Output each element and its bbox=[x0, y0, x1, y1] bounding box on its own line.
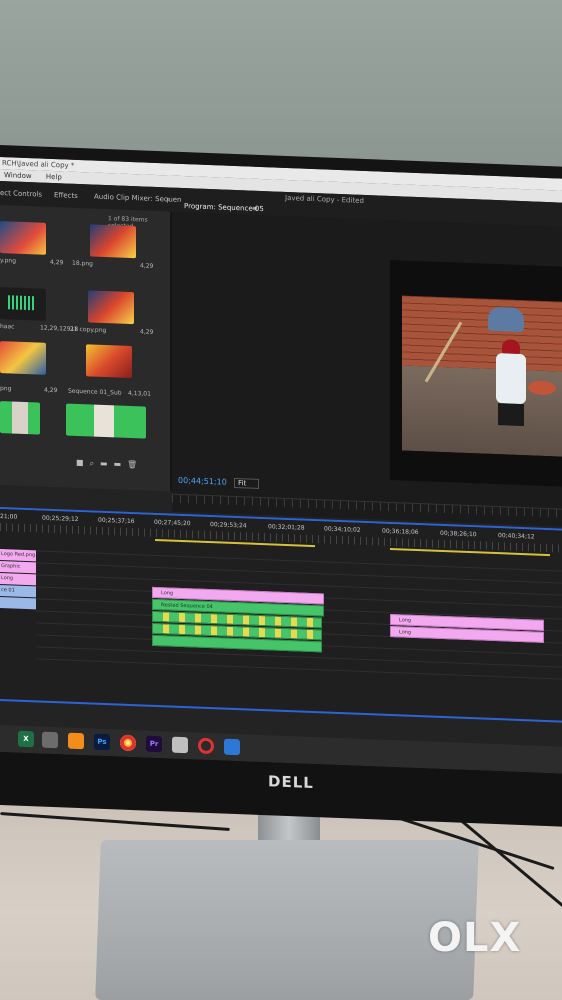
project-item-thumb[interactable] bbox=[66, 403, 146, 439]
tab-effect-controls[interactable]: ect Controls bbox=[0, 189, 42, 199]
track-label[interactable]: ce 01 bbox=[0, 585, 36, 598]
app-icon[interactable] bbox=[198, 737, 214, 755]
menu-window[interactable]: Window bbox=[4, 171, 32, 180]
timeline-tick: 00;38;26;10 bbox=[440, 529, 477, 539]
find-icon[interactable]: ⌕ bbox=[90, 458, 100, 467]
program-monitor: 00;44;51;10 Fit ◆{}|◀◀|▶|▶▶| bbox=[172, 211, 562, 549]
watermark-logo: OLX bbox=[428, 915, 522, 961]
video-preview bbox=[390, 259, 562, 487]
app-icon[interactable] bbox=[224, 738, 240, 756]
monitor-stand-base bbox=[95, 840, 479, 1000]
project-item-duration: 4,29 bbox=[44, 386, 58, 395]
background-wall bbox=[0, 0, 562, 170]
new-bin-icon[interactable]: ▬ bbox=[100, 459, 114, 469]
trousers bbox=[498, 403, 524, 427]
track-label[interactable] bbox=[0, 597, 36, 610]
timeline-tick: 00;36;18;06 bbox=[382, 527, 419, 537]
project-item-duration: 4,13,01 bbox=[128, 389, 151, 398]
timeline-tick: 00;29;53;24 bbox=[210, 521, 247, 530]
tab-more-icon[interactable]: » bbox=[166, 195, 170, 203]
video-frame bbox=[402, 295, 562, 457]
app-icon[interactable] bbox=[172, 736, 188, 754]
project-item-duration: 4,29 bbox=[140, 262, 154, 270]
audio-waveform-icon bbox=[8, 295, 34, 311]
vlc-icon[interactable] bbox=[68, 732, 84, 750]
timeline-tick: 00;34;10;02 bbox=[324, 525, 361, 534]
turban bbox=[502, 339, 520, 354]
project-item-thumb[interactable] bbox=[0, 287, 46, 321]
project-item-name: 21 copy.png bbox=[70, 325, 107, 335]
track-label[interactable]: Logo Red.png bbox=[0, 549, 36, 562]
project-panel: 1 of 83 items selected y.png 4,29 18.png… bbox=[0, 205, 172, 492]
program-menu-icon[interactable]: ≡ bbox=[252, 205, 258, 213]
project-item-name: haac bbox=[0, 323, 15, 331]
project-item-duration: 4,29 bbox=[140, 328, 154, 336]
screen: RCH\Javed ali Copy * Window Help ect Con… bbox=[0, 157, 562, 774]
timeline-tick: 00;27;45;20 bbox=[154, 518, 191, 528]
man-white-shirt bbox=[496, 353, 526, 405]
project-item-name: Sequence 01_Sub bbox=[68, 387, 122, 397]
project-item-thumb[interactable] bbox=[88, 290, 134, 325]
project-item-thumb[interactable] bbox=[86, 344, 132, 379]
timeline-tick: 00;25;37;16 bbox=[98, 516, 135, 526]
zoom-select[interactable]: Fit bbox=[234, 477, 260, 489]
tab-effects[interactable]: Effects bbox=[54, 191, 78, 200]
project-item-duration: 4,29 bbox=[50, 258, 64, 267]
timeline-tick: 00;32;01;28 bbox=[268, 523, 305, 532]
monitor: RCH\Javed ali Copy * Window Help ect Con… bbox=[0, 145, 562, 827]
list-view-icon[interactable]: ■ bbox=[76, 458, 90, 468]
premiere-icon[interactable]: Pr bbox=[146, 735, 162, 753]
app-icon[interactable] bbox=[42, 731, 58, 749]
project-item-thumb[interactable] bbox=[0, 341, 46, 375]
track-label[interactable]: Long bbox=[0, 573, 36, 586]
project-tools: ■⌕▬▬🗑 bbox=[76, 458, 143, 471]
excel-icon[interactable]: X bbox=[18, 730, 34, 748]
project-item-thumb[interactable] bbox=[90, 224, 136, 259]
program-ruler[interactable] bbox=[172, 493, 562, 518]
project-item-name: 18.png bbox=[72, 259, 93, 268]
project-item-thumb[interactable] bbox=[0, 221, 46, 255]
project-item-thumb[interactable] bbox=[0, 401, 40, 435]
timeline-tick: 00;40;34;12 bbox=[498, 532, 535, 541]
photoshop-icon[interactable]: Ps bbox=[94, 733, 110, 751]
project-item-name: y.png bbox=[0, 257, 17, 265]
timeline-tick: 21;00 bbox=[0, 513, 18, 521]
timeline-panel: 21;00 00;25;29;12 00;25;37;16 00;27;45;2… bbox=[0, 509, 562, 721]
monitor-brand-logo: DELL bbox=[268, 772, 314, 793]
project-title: Javed ali Copy - Edited bbox=[285, 193, 364, 205]
project-item-name: png bbox=[0, 385, 12, 393]
menu-help[interactable]: Help bbox=[46, 173, 62, 182]
brick-wall bbox=[402, 295, 562, 372]
program-timecode[interactable]: 00;44;51;10 bbox=[178, 476, 227, 487]
worker-figure bbox=[488, 306, 524, 333]
track-label[interactable]: Graphic bbox=[0, 561, 36, 574]
chrome-icon[interactable] bbox=[120, 734, 136, 752]
new-item-icon[interactable]: ▬ bbox=[114, 459, 128, 469]
timeline-tick: 00;25;29;12 bbox=[42, 514, 79, 524]
delete-icon[interactable]: 🗑 bbox=[127, 460, 143, 470]
